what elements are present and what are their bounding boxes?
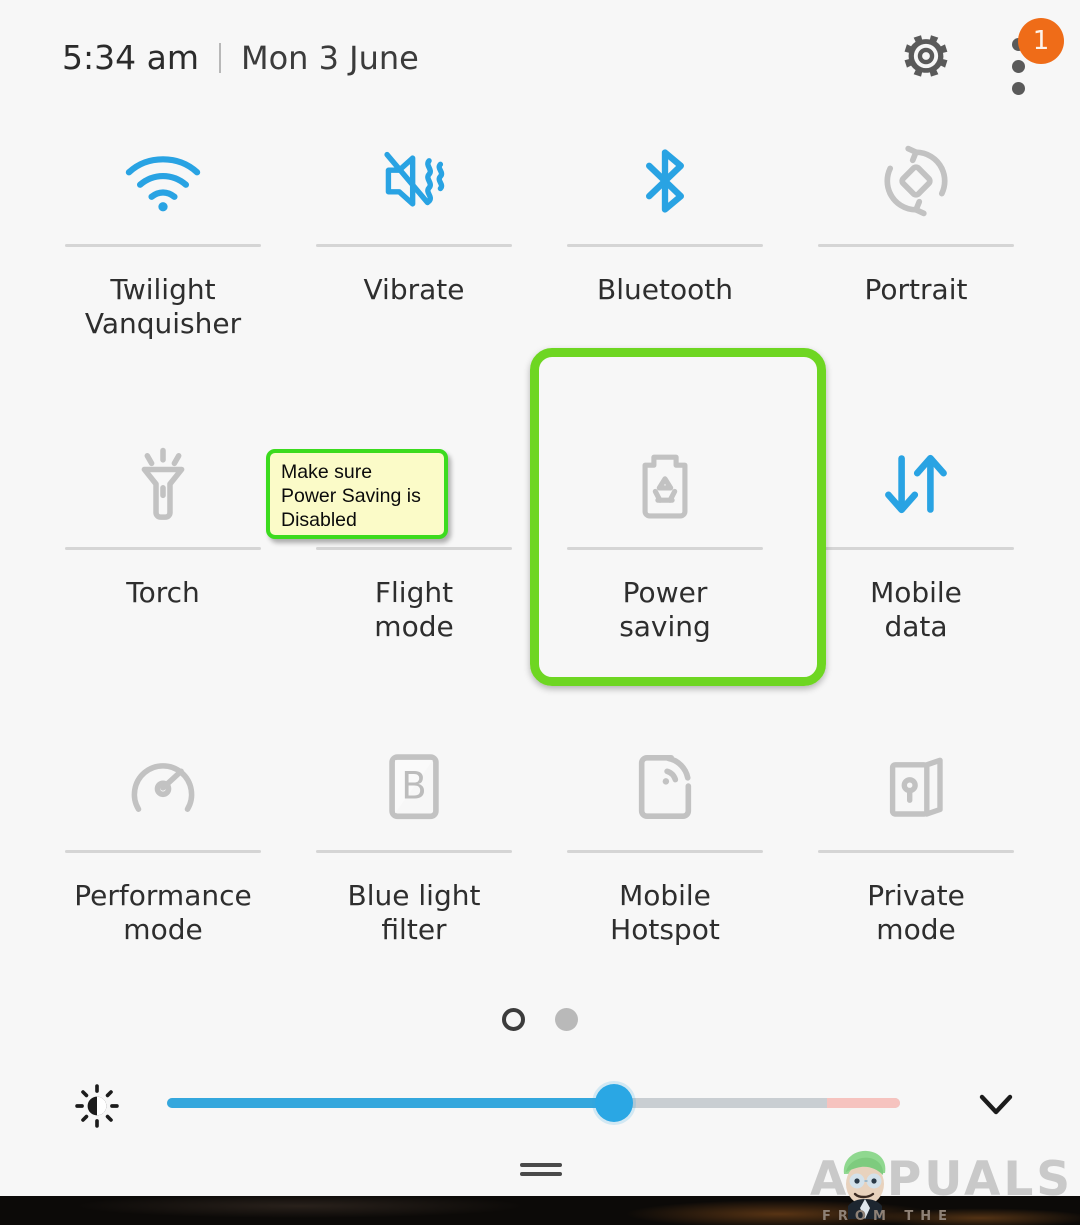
settings-button[interactable]: [900, 30, 952, 82]
tile-icon-box: [567, 118, 763, 244]
flashlight-icon: [141, 447, 185, 520]
quick-settings-tile-grid: Twilight Vanquisher Vibrate Bluetooth Po…: [0, 118, 1080, 978]
kebab-menu-icon-dot: [1012, 60, 1025, 73]
tile-label: Flight mode: [374, 576, 454, 643]
tile-label: Vibrate: [363, 273, 465, 306]
tile-private-mode[interactable]: Private mode: [818, 724, 1014, 1014]
tile-row: Performance mode B Blue light filter Mob…: [0, 724, 1080, 1027]
tile-label: Bluetooth: [597, 273, 733, 306]
wallpaper-bottom-strip: [0, 1196, 1080, 1225]
svg-text:B: B: [401, 765, 426, 808]
tile-icon-box: [818, 118, 1014, 244]
drag-handle-icon-bar: [520, 1172, 562, 1176]
wifi-icon: [125, 156, 201, 212]
private-folder-icon: [889, 757, 943, 817]
tile-label: Performance mode: [74, 879, 252, 946]
quick-settings-panel: 5:34 am Mon 3 June 1 Twilight Vanquisher…: [0, 0, 1080, 1225]
tile-portrait[interactable]: Portrait: [818, 118, 1014, 408]
gear-icon: [904, 35, 948, 77]
tile-icon-box: [567, 421, 763, 547]
page-dot-1[interactable]: [502, 1008, 525, 1031]
tile-icon-box: [818, 421, 1014, 547]
tile-icon-box: [567, 724, 763, 850]
brightness-slider-thumb[interactable]: [595, 1084, 634, 1122]
brightness-slider[interactable]: [167, 1084, 900, 1122]
tile-label: Blue light filter: [347, 879, 481, 946]
brightness-icon: [75, 1084, 119, 1128]
tile-label: Power saving: [619, 576, 711, 643]
tile-icon-box: [316, 118, 512, 244]
tile-divider: [316, 850, 512, 853]
clock-time: 5:34 am: [62, 38, 199, 77]
speedometer-icon: [131, 763, 195, 812]
tile-divider: [65, 244, 261, 247]
tile-row: Torch Flight mode Power saving Mobile da…: [0, 421, 1080, 724]
tile-divider: [316, 244, 512, 247]
page-indicator: [0, 1008, 1080, 1031]
chevron-down-icon: [979, 1094, 1013, 1115]
tile-performance-mode[interactable]: Performance mode: [65, 724, 261, 1014]
expand-panel-button[interactable]: [972, 1084, 1020, 1124]
tile-divider: [567, 244, 763, 247]
tile-icon-box: [65, 421, 261, 547]
tile-divider: [65, 547, 261, 550]
status-bar: 5:34 am Mon 3 June 1: [0, 0, 1080, 108]
tile-power-saving[interactable]: Power saving: [567, 421, 763, 711]
tile-icon-box: [818, 724, 1014, 850]
header-actions: 1: [900, 18, 1064, 95]
tile-vibrate[interactable]: Vibrate: [316, 118, 512, 408]
tile-label: Mobile data: [870, 576, 962, 643]
tile-divider: [567, 547, 763, 550]
navigation-drag-handle[interactable]: [520, 1163, 562, 1177]
tile-mobile-hotspot[interactable]: Mobile Hotspot: [567, 724, 763, 1014]
clock-date-divider: [218, 42, 221, 73]
auto-rotate-icon: [884, 145, 948, 217]
annotation-callout: Make sure Power Saving is Disabled: [266, 449, 448, 539]
brightness-slider-fill: [167, 1098, 615, 1108]
tile-twilight-vanquisher[interactable]: Twilight Vanquisher: [65, 118, 261, 408]
overflow-menu-button[interactable]: 1: [1000, 18, 1064, 95]
data-arrows-icon: [885, 454, 947, 514]
clock-date-group: 5:34 am Mon 3 June: [62, 38, 419, 77]
tile-row: Twilight Vanquisher Vibrate Bluetooth Po…: [0, 118, 1080, 421]
drag-handle-icon: [520, 1163, 562, 1167]
tile-label: Portrait: [864, 273, 968, 306]
brightness-button[interactable]: [74, 1083, 120, 1129]
tile-blue-light-filter[interactable]: B Blue light filter: [316, 724, 512, 1014]
tile-label: Mobile Hotspot: [610, 879, 720, 946]
notification-badge[interactable]: 1: [1018, 18, 1064, 64]
brightness-slider-warn-zone: [826, 1098, 900, 1108]
hotspot-icon: [638, 754, 692, 820]
kebab-menu-icon-dot: [1012, 82, 1025, 95]
battery-recycle-icon: [642, 454, 688, 519]
tile-icon-box: [65, 724, 261, 850]
tile-bluetooth[interactable]: Bluetooth: [567, 118, 763, 408]
clock-date: Mon 3 June: [240, 38, 419, 77]
tile-icon-box: [65, 118, 261, 244]
blue-light-icon: B: [389, 754, 439, 820]
tile-mobile-data[interactable]: Mobile data: [818, 421, 1014, 711]
page-dot-2[interactable]: [555, 1008, 578, 1031]
tile-divider: [567, 850, 763, 853]
tile-label: Torch: [126, 576, 200, 609]
tile-icon-box: B: [316, 724, 512, 850]
brightness-row: [0, 1078, 1080, 1134]
tile-divider: [65, 850, 261, 853]
tile-divider: [818, 547, 1014, 550]
tile-divider: [818, 244, 1014, 247]
tile-divider: [818, 850, 1014, 853]
tile-divider: [316, 547, 512, 550]
bluetooth-icon: [646, 149, 684, 213]
tile-label: Private mode: [867, 879, 965, 946]
vibrate-mute-icon: [384, 151, 445, 207]
tile-label: Twilight Vanquisher: [84, 273, 242, 340]
tile-torch[interactable]: Torch: [65, 421, 261, 711]
